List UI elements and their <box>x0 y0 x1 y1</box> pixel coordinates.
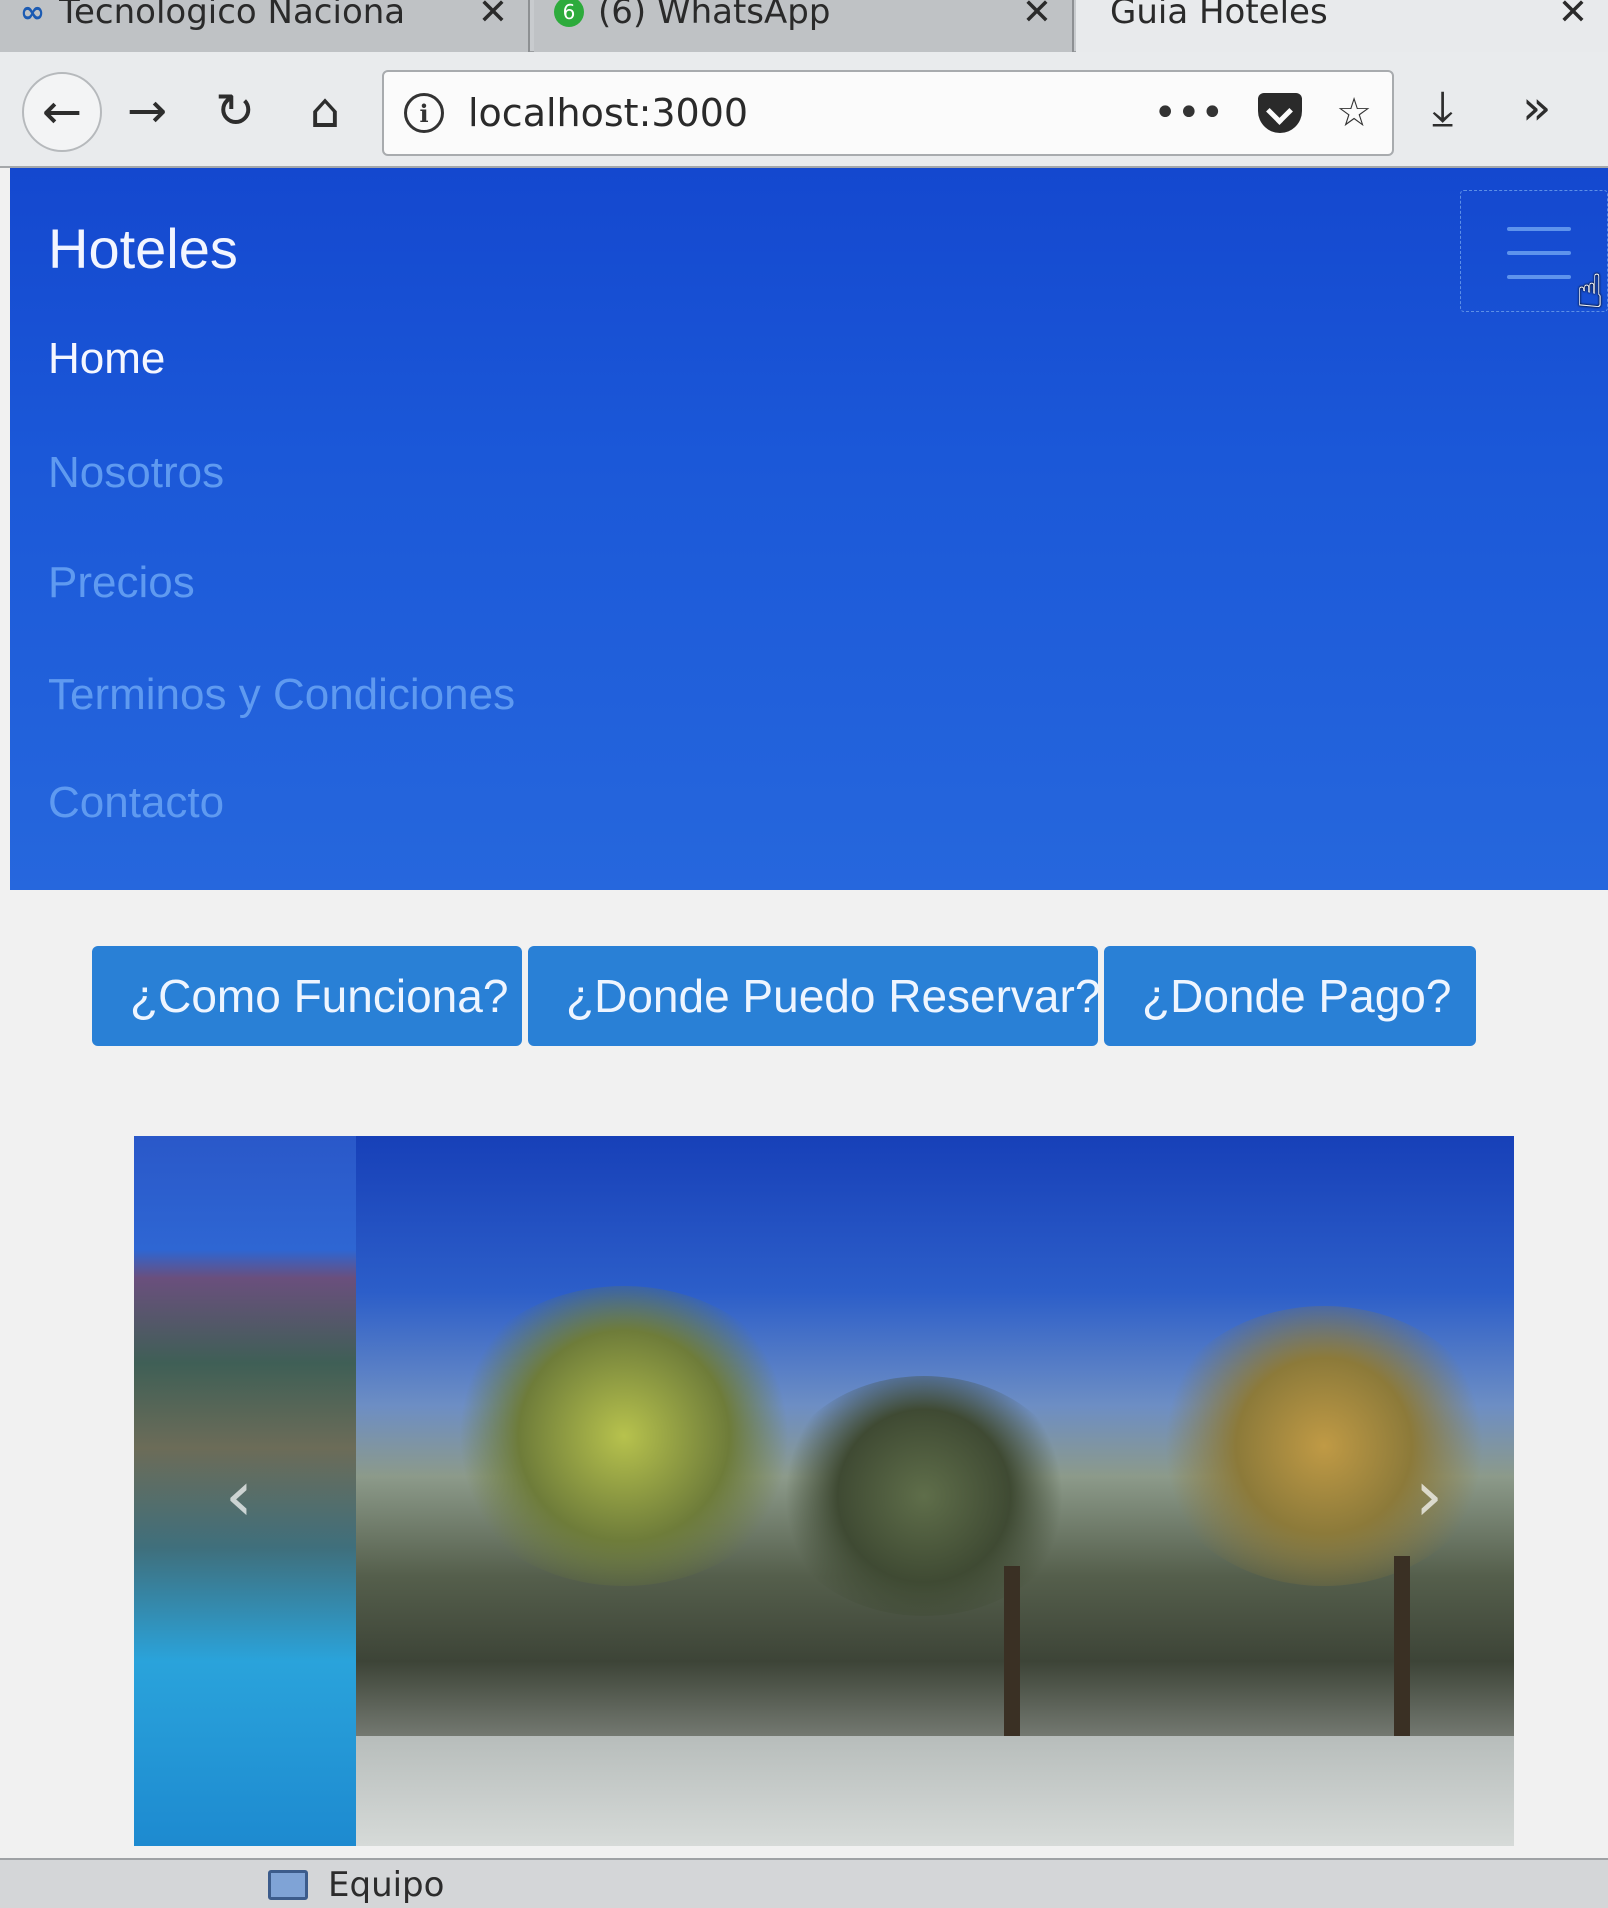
tab-label: Guia Hoteles <box>1110 0 1328 32</box>
infinity-icon: ∞ <box>20 0 45 30</box>
tab-guia-hoteles[interactable]: Guia Hoteles ✕ <box>1076 0 1608 52</box>
nav-link-terminos[interactable]: Terminos y Condiciones <box>48 670 515 720</box>
browser-tabstrip: ∞ Tecnologico Naciona ✕ 6 (6) WhatsApp ✕… <box>0 0 1608 52</box>
palm-tree-image <box>444 1286 804 1586</box>
close-icon[interactable]: ✕ <box>1558 0 1588 33</box>
taskbar-item-label: Equipo <box>328 1865 445 1905</box>
pocket-icon[interactable] <box>1258 93 1303 133</box>
whatsapp-icon: 6 <box>554 0 584 27</box>
tab-tecnologico[interactable]: ∞ Tecnologico Naciona ✕ <box>0 0 530 52</box>
hand-cursor-icon: ☝ <box>1576 265 1605 317</box>
url-text[interactable]: localhost:3000 <box>468 91 1119 135</box>
browser-toolbar: ← → ↻ ⌂ i localhost:3000 ••• ☆ ⤓ » <box>0 52 1608 168</box>
reload-button[interactable]: ↻ <box>200 76 270 146</box>
home-button[interactable]: ⌂ <box>290 76 360 146</box>
os-taskbar: Equipo <box>0 1858 1608 1908</box>
nav-link-contacto[interactable]: Contacto <box>48 778 224 828</box>
hamburger-icon <box>1507 227 1571 231</box>
navbar-brand[interactable]: Hoteles <box>48 216 238 281</box>
address-bar[interactable]: i localhost:3000 ••• ☆ <box>382 70 1394 156</box>
donde-reservar-button[interactable]: ¿Donde Puedo Reservar? <box>528 946 1100 1046</box>
tab-label: (6) WhatsApp <box>598 0 831 32</box>
donde-pago-button[interactable]: ¿Donde Pago? <box>1104 946 1476 1046</box>
carousel-prev-button[interactable]: ‹ <box>194 1436 284 1556</box>
page-viewport: Hoteles Home Nosotros Precios Terminos y… <box>0 168 1608 1858</box>
como-funciona-button[interactable]: ¿Como Funciona? <box>92 946 522 1046</box>
info-icon[interactable]: i <box>404 93 444 133</box>
faq-button-group: ¿Como Funciona? ¿Donde Puedo Reservar? ¿… <box>92 946 1476 1046</box>
site-navbar: Hoteles Home Nosotros Precios Terminos y… <box>10 168 1608 890</box>
palm-tree-image <box>774 1376 1074 1616</box>
overflow-menu-icon[interactable]: » <box>1522 80 1551 136</box>
nav-link-home[interactable]: Home <box>48 334 165 384</box>
close-icon[interactable]: ✕ <box>478 0 508 33</box>
tab-label: Tecnologico Naciona <box>59 0 406 32</box>
nav-link-precios[interactable]: Precios <box>48 558 195 608</box>
download-icon[interactable]: ⤓ <box>1432 80 1453 137</box>
back-button[interactable]: ← <box>22 72 102 152</box>
pool-area-image <box>356 1736 1514 1846</box>
computer-icon <box>268 1870 308 1900</box>
hotel-carousel[interactable]: ‹ › <box>134 1136 1514 1846</box>
carousel-next-button[interactable]: › <box>1384 1436 1474 1556</box>
nav-link-nosotros[interactable]: Nosotros <box>48 448 224 498</box>
forward-button[interactable]: → <box>112 76 182 146</box>
bookmark-star-icon[interactable]: ☆ <box>1336 90 1372 136</box>
tab-whatsapp[interactable]: 6 (6) WhatsApp ✕ <box>534 0 1074 52</box>
page-actions-button[interactable]: ••• <box>1153 90 1224 136</box>
taskbar-item-equipo[interactable]: Equipo <box>268 1862 444 1908</box>
close-icon[interactable]: ✕ <box>1022 0 1052 33</box>
